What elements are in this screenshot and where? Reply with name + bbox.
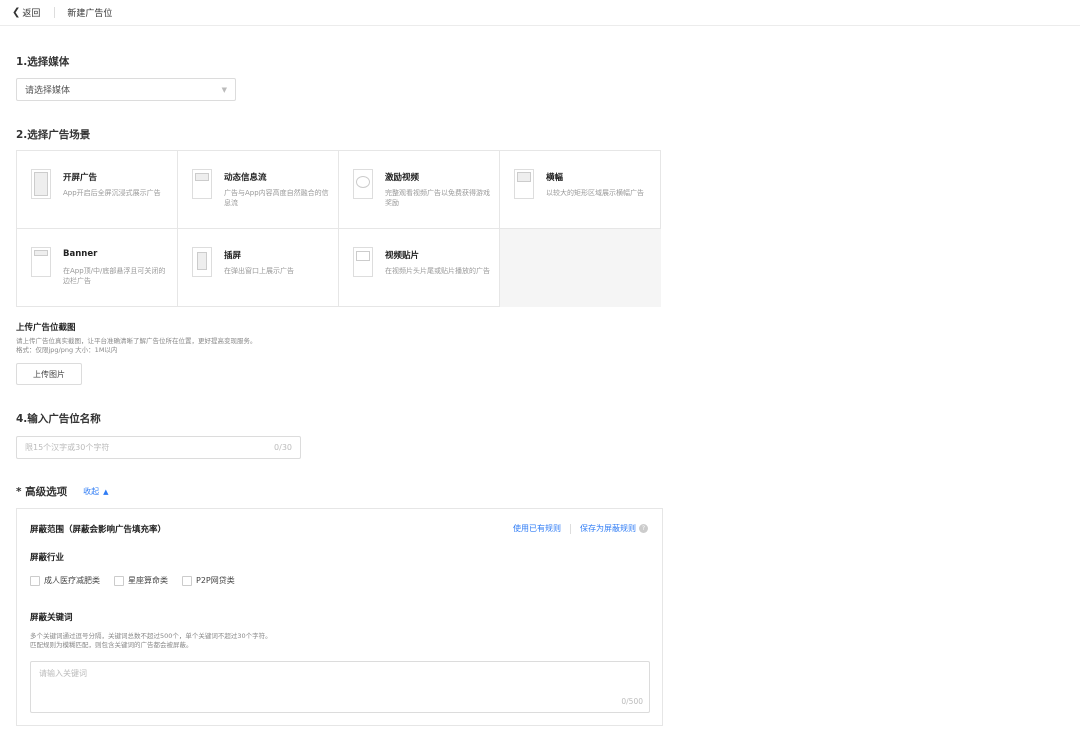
- industry-checkbox[interactable]: P2P网贷类: [182, 575, 235, 586]
- scene-desc: 在App顶/中/底部悬浮且可关闭的边栏广告: [63, 267, 166, 285]
- industry-checkbox[interactable]: 成人医疗减肥类: [30, 575, 100, 586]
- scene-title: 激励视频: [385, 173, 420, 183]
- keyword-desc-line: 匹配规则为模糊匹配，则包含关键词的广告都会被屏蔽。: [30, 641, 193, 649]
- scene-card-feed[interactable]: 动态信息流 广告与App内容高度自然融合的信息流: [178, 151, 339, 229]
- scene-desc: 在视频片头片尾或贴片播放的广告: [385, 267, 490, 275]
- checkbox-label: 成人医疗减肥类: [44, 576, 100, 585]
- back-button[interactable]: ❮ 返回: [12, 6, 40, 19]
- step2-title: 2.选择广告场景: [16, 129, 91, 141]
- collapse-toggle[interactable]: 收起 ▲: [83, 486, 108, 497]
- scene-grid: 开屏广告 App开启后全屏沉浸式展示广告 动态信息流 广告与App内容高度自然融…: [16, 150, 661, 307]
- upload-desc-line: 请上传广告位真实截图，让平台准确清晰了解广告位所在位置，更好提高变现服务。: [16, 337, 257, 345]
- media-select-value: 请选择媒体: [25, 86, 71, 96]
- scene-card-banner-large[interactable]: 横幅 以较大的矩形区域展示横幅广告: [500, 151, 661, 229]
- chevron-down-icon: ▼: [221, 85, 227, 94]
- keyword-desc-line: 多个关键词通过逗号分隔，关键词总数不超过500个，单个关键词不超过30个字符。: [30, 632, 272, 640]
- keyword-textarea[interactable]: 请输入关键词 0/500: [30, 661, 650, 713]
- scene-card-interstitial[interactable]: 插屏 在弹出窗口上展示广告: [178, 229, 339, 307]
- block-keyword-title: 屏蔽关键词: [30, 613, 73, 623]
- scene-desc: 在弹出窗口上展示广告: [224, 267, 294, 275]
- checkbox-box[interactable]: [30, 575, 40, 586]
- scene-title: 横幅: [546, 173, 564, 183]
- banner-large-icon: [514, 169, 534, 199]
- scene-title: 视频贴片: [385, 251, 420, 261]
- video-icon: [353, 169, 373, 199]
- scene-title: 插屏: [224, 251, 242, 261]
- industry-checkbox[interactable]: 星座算命类: [114, 575, 168, 586]
- checkbox-box[interactable]: [114, 575, 124, 586]
- upload-desc: 请上传广告位真实截图，让平台准确清晰了解广告位所在位置，更好提高变现服务。 格式…: [16, 337, 257, 355]
- video-patch-icon: [353, 247, 373, 277]
- media-select[interactable]: 请选择媒体 ▼: [16, 78, 236, 101]
- name-input-placeholder: 限15个汉字或30个字符: [25, 443, 110, 452]
- scene-card-video-patch[interactable]: 视频贴片 在视频片头片尾或贴片播放的广告: [339, 229, 500, 307]
- collapse-label: 收起: [83, 487, 100, 496]
- name-input-counter: 0/30: [274, 443, 292, 452]
- advanced-options-header: * 高级选项 收起 ▲: [16, 484, 109, 499]
- keyword-counter: 0/500: [621, 697, 643, 706]
- rule-links: 使用已有规则 保存为屏蔽规则 ?: [513, 523, 648, 534]
- ad-slot-name-input[interactable]: 限15个汉字或30个字符 0/30: [16, 436, 301, 459]
- keyword-desc: 多个关键词通过逗号分隔，关键词总数不超过500个，单个关键词不超过30个字符。 …: [30, 632, 272, 650]
- keyword-placeholder: 请输入关键词: [39, 669, 87, 678]
- divider: [54, 7, 56, 18]
- scene-title: 开屏广告: [63, 173, 98, 183]
- scene-card-rewarded-video[interactable]: 激励视频 完整观看视频广告以免费获得游戏奖励: [339, 151, 500, 229]
- step4-title: 4.输入广告位名称: [16, 413, 101, 425]
- scene-card-banner[interactable]: Banner 在App顶/中/底部悬浮且可关闭的边栏广告: [17, 229, 178, 307]
- scene-desc: 广告与App内容高度自然融合的信息流: [224, 189, 329, 207]
- back-label: 返回: [22, 9, 41, 19]
- block-industry-title: 屏蔽行业: [30, 553, 65, 563]
- scene-card-splash[interactable]: 开屏广告 App开启后全屏沉浸式展示广告: [17, 151, 178, 229]
- interstitial-icon: [192, 247, 212, 277]
- upload-desc-line: 格式：仅限jpg/png 大小：1M以内: [16, 346, 118, 354]
- industry-checkboxes: 成人医疗减肥类 星座算命类 P2P网贷类: [30, 575, 249, 586]
- divider: [570, 523, 571, 534]
- save-rule-link[interactable]: 保存为屏蔽规则: [580, 523, 636, 534]
- upload-image-button[interactable]: 上传图片: [16, 363, 82, 385]
- checkbox-label: P2P网贷类: [196, 576, 235, 585]
- advanced-panel: 屏蔽范围（屏蔽会影响广告填充率） 使用已有规则 保存为屏蔽规则 ? 屏蔽行业 成…: [16, 508, 663, 726]
- feed-icon: [192, 169, 212, 199]
- block-scope-title: 屏蔽范围（屏蔽会影响广告填充率）: [30, 525, 167, 535]
- scene-title: Banner: [63, 249, 98, 259]
- scene-desc: 以较大的矩形区域展示横幅广告: [546, 189, 644, 197]
- banner-icon: [31, 247, 51, 277]
- checkbox-box[interactable]: [182, 575, 192, 586]
- chevron-left-icon: ❮: [12, 7, 21, 18]
- top-bar: ❮ 返回 新建广告位: [0, 0, 1080, 26]
- scene-desc: App开启后全屏沉浸式展示广告: [63, 189, 161, 197]
- scene-desc: 完整观看视频广告以免费获得游戏奖励: [385, 189, 490, 207]
- help-icon[interactable]: ?: [639, 524, 648, 533]
- caret-up-icon: ▲: [103, 487, 109, 496]
- step1-title: 1.选择媒体: [16, 56, 70, 68]
- scene-card-empty: [500, 229, 661, 307]
- splash-icon: [31, 169, 51, 199]
- advanced-options-label: * 高级选项: [16, 486, 68, 498]
- use-existing-rule-link[interactable]: 使用已有规则: [513, 523, 561, 534]
- page-title: 新建广告位: [67, 9, 113, 19]
- upload-title: 上传广告位截图: [16, 323, 76, 333]
- checkbox-label: 星座算命类: [128, 576, 168, 585]
- scene-title: 动态信息流: [224, 173, 267, 183]
